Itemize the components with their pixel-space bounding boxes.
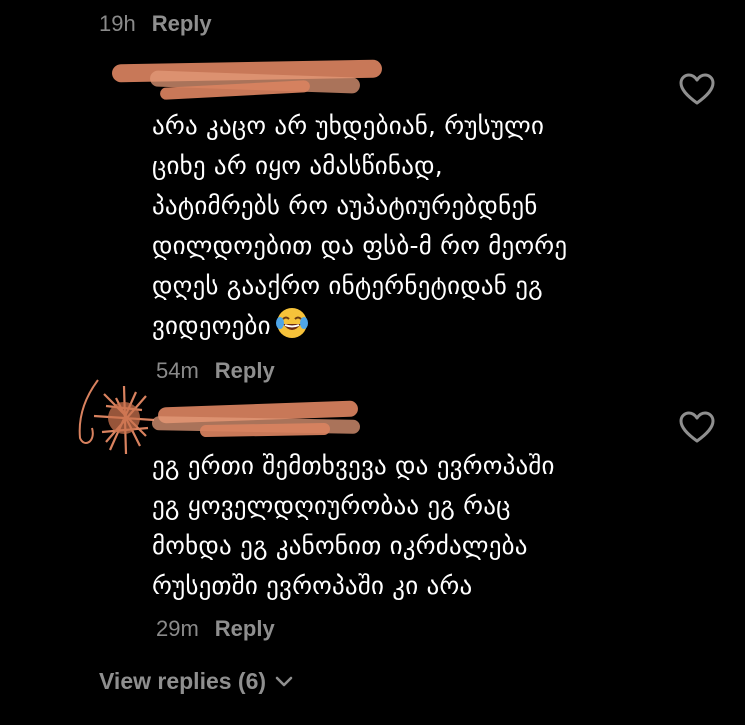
heart-outline-icon[interactable] <box>678 71 716 109</box>
comment-text: არა კაცო არ უხდებიან, რუსული ციხე არ იყო… <box>152 111 568 340</box>
timestamp: 54m <box>156 358 199 383</box>
reply-button[interactable]: Reply <box>215 616 275 642</box>
comment-meta: 54m Reply <box>156 358 275 384</box>
redacted-avatar <box>78 379 155 455</box>
reply-button[interactable]: Reply <box>215 358 275 384</box>
heart-outline-icon[interactable] <box>678 409 716 447</box>
comment-meta: 29m Reply <box>156 616 275 642</box>
face-with-tears-of-joy-icon <box>275 308 308 338</box>
top-comment-meta: 19h Reply <box>99 11 212 37</box>
timestamp: 29m <box>156 616 199 641</box>
reply-button[interactable]: Reply <box>152 11 212 37</box>
chevron-down-icon <box>275 676 293 686</box>
view-replies-label: View replies (6) <box>99 668 267 694</box>
comment-text: ეგ ერთი შემთხვევა და ევროპაში ეგ ყოველდღ… <box>152 451 555 600</box>
view-replies-button[interactable]: View replies (6) <box>99 668 294 695</box>
timestamp: 19h <box>99 11 136 36</box>
